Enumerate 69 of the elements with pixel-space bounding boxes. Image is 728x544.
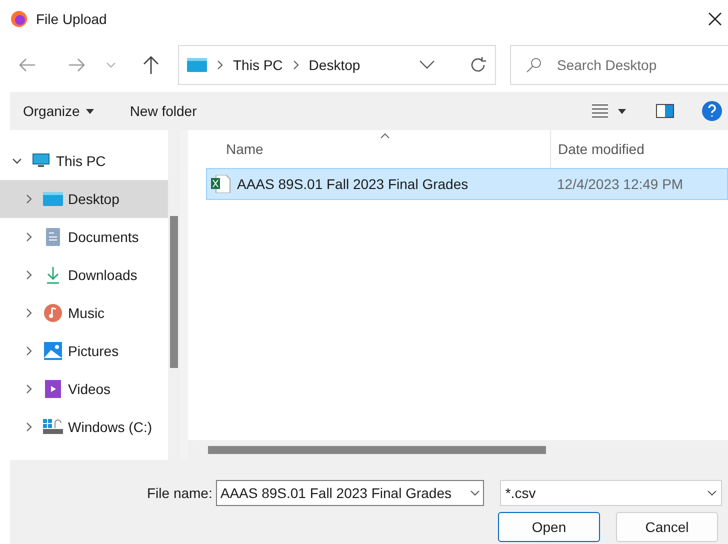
chevron-right-icon[interactable]: [24, 194, 34, 204]
sidebar-item[interactable]: This PC: [0, 142, 168, 180]
monitor-icon: [32, 153, 50, 169]
organize-button[interactable]: Organize: [23, 100, 94, 122]
preview-pane-icon[interactable]: [656, 104, 674, 118]
file-date: 12/4/2023 12:49 PM: [556, 174, 684, 194]
chevron-down-icon[interactable]: [12, 156, 22, 166]
horizontal-scrollbar-thumb[interactable]: [208, 446, 546, 454]
help-icon[interactable]: [702, 101, 722, 121]
forward-arrow-icon[interactable]: [68, 57, 86, 73]
chevron-right-icon[interactable]: [24, 422, 34, 432]
column-header[interactable]: Date modified: [551, 130, 728, 168]
sidebar-item[interactable]: Downloads: [0, 256, 168, 294]
chevron-down-icon[interactable]: [419, 60, 435, 70]
sidebar-label: Videos: [68, 380, 111, 398]
scrollbar-thumb[interactable]: [170, 216, 178, 368]
file-row[interactable]: AAAS 89S.01 Fall 2023 Final Grades 12/4/2023 12:49 PM: [206, 168, 728, 200]
cancel-button[interactable]: Cancel: [616, 512, 718, 542]
sidebar-item[interactable]: Desktop: [0, 180, 168, 218]
video-icon: [45, 380, 61, 398]
sidebar-label: Documents: [68, 228, 139, 246]
document-icon: [45, 228, 61, 246]
sidebar-label: Windows (C:): [68, 418, 152, 437]
chevron-right-icon[interactable]: [24, 384, 34, 394]
breadcrumb-chevron-icon[interactable]: [215, 60, 225, 70]
sidebar-item[interactable]: Pictures: [0, 332, 168, 370]
chevron-right-icon[interactable]: [24, 270, 34, 280]
window-title: File Upload: [36, 10, 107, 29]
chevron-down-icon[interactable]: [707, 490, 718, 496]
file-name-label: File name:: [147, 484, 212, 502]
sidebar-item[interactable]: Documents: [0, 218, 168, 256]
new-folder-button[interactable]: New folder: [130, 100, 197, 122]
view-list-icon[interactable]: [592, 104, 608, 118]
sidebar-label: Downloads: [68, 266, 138, 284]
close-icon[interactable]: [708, 12, 722, 26]
desktop-icon: [187, 58, 207, 72]
sidebar-item[interactable]: Videos: [0, 370, 168, 408]
desktop-icon: [43, 192, 63, 206]
search-field[interactable]: Search Desktop: [510, 45, 728, 85]
picture-icon: [44, 342, 62, 360]
sidebar-label: Music: [68, 304, 105, 322]
caret-down-icon[interactable]: [618, 108, 626, 114]
caret-down-icon: [86, 108, 94, 114]
breadcrumb-chevron-icon[interactable]: [290, 60, 301, 70]
sidebar-label: Desktop: [68, 190, 120, 209]
open-button[interactable]: Open: [498, 512, 600, 542]
up-arrow-icon[interactable]: [142, 55, 160, 75]
chevron-right-icon[interactable]: [24, 346, 34, 356]
file-name: AAAS 89S.01 Fall 2023 Final Grades: [237, 174, 468, 194]
refresh-icon[interactable]: [469, 56, 487, 74]
browser-logo-icon: [10, 10, 28, 28]
download-icon: [45, 266, 61, 284]
music-note-icon: [44, 304, 62, 322]
chevron-down-icon[interactable]: [470, 490, 480, 496]
sidebar-item[interactable]: Music: [0, 294, 168, 332]
sidebar-label: Pictures: [68, 342, 119, 360]
file-name-combobox[interactable]: AAAS 89S.01 Fall 2023 Final Grades: [216, 480, 484, 506]
sidebar-item[interactable]: Windows (C:): [0, 408, 168, 446]
breadcrumb-item[interactable]: This PC: [233, 54, 283, 76]
spreadsheet-file-icon: [211, 175, 231, 193]
chevron-right-icon[interactable]: [24, 232, 34, 242]
address-bar[interactable]: This PC Desktop: [178, 45, 496, 85]
file-type-dropdown[interactable]: *.csv: [500, 480, 722, 506]
chevron-right-icon[interactable]: [24, 308, 34, 318]
sidebar-label: This PC: [56, 152, 106, 170]
back-arrow-icon[interactable]: [18, 57, 36, 73]
breadcrumb-item[interactable]: Desktop: [308, 54, 360, 76]
search-icon: [526, 57, 542, 73]
drive-icon: [43, 419, 63, 435]
